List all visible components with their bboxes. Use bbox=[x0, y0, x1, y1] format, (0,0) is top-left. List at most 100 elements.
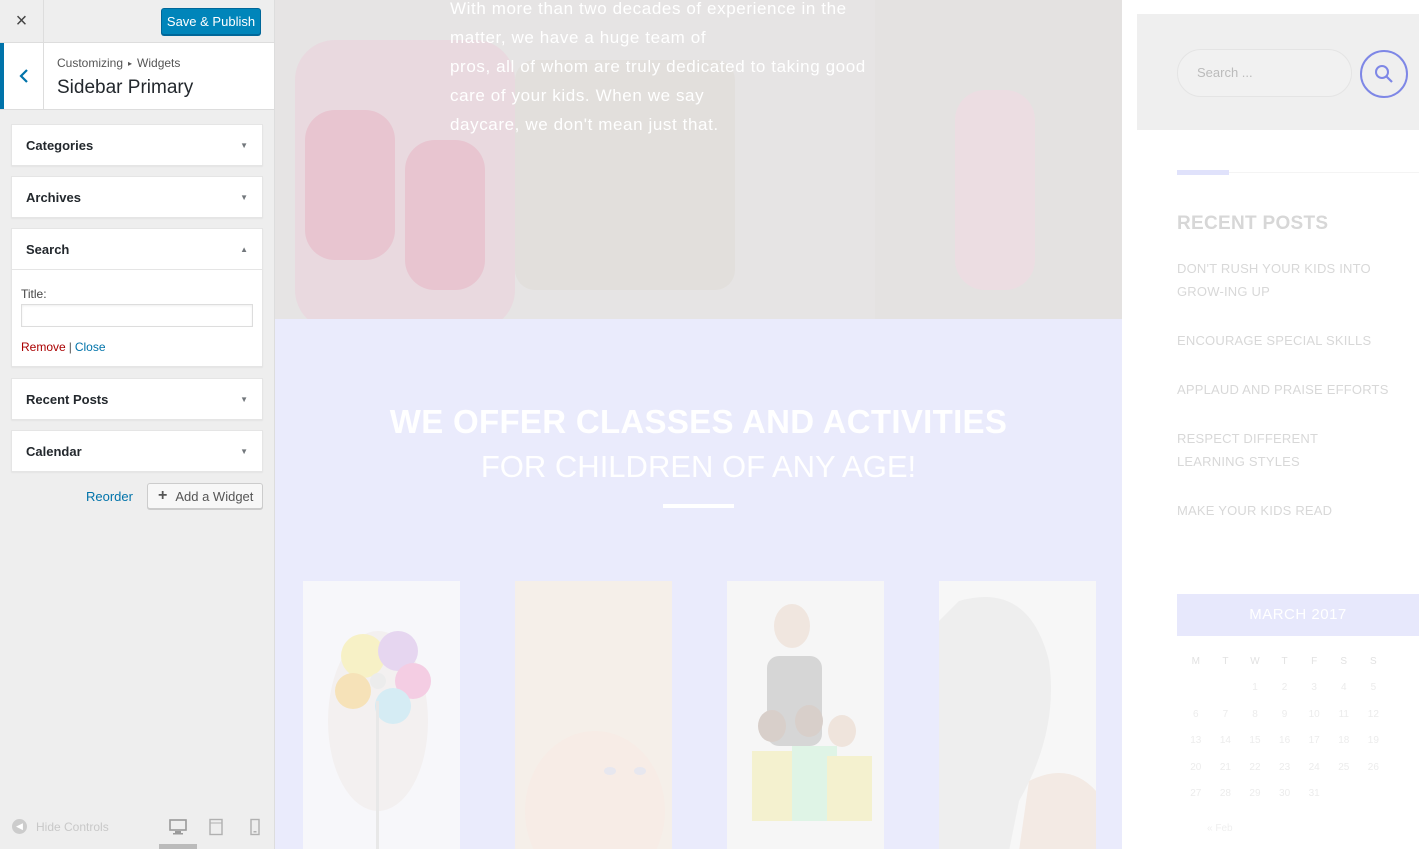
widget-header[interactable]: Categories ▼ bbox=[12, 125, 262, 165]
hide-controls-label: Hide Controls bbox=[36, 819, 109, 834]
widget-header[interactable]: Calendar ▼ bbox=[12, 431, 262, 471]
customizer-panel: × Save & Publish Customizing ▸ Widgets Sid… bbox=[0, 0, 275, 849]
day-cell bbox=[1329, 781, 1359, 808]
class-photo-pinwheel[interactable] bbox=[303, 581, 460, 849]
recent-posts-list: DON'T RUSH YOUR KIDS INTO GROW-ING UP EN… bbox=[1177, 257, 1419, 548]
classes-heading-line2: FOR CHILDREN OF ANY AGE! bbox=[480, 449, 917, 484]
caret-down-icon[interactable]: ▼ bbox=[240, 447, 248, 456]
title-label: Title: bbox=[21, 287, 47, 301]
calendar-grid: M T W T F S S 1 2 3 4 5 6 7 8 9 10 11 12… bbox=[1181, 648, 1388, 807]
hero-text-line: With more than two decades of experience… bbox=[450, 0, 847, 18]
recent-post-link[interactable]: RESPECT DIFFERENT LEARNING STYLES bbox=[1177, 427, 1387, 473]
class-photo-kid[interactable] bbox=[939, 581, 1096, 849]
widget-actions: Remove | Close bbox=[21, 340, 253, 354]
day-cell: 6 bbox=[1193, 708, 1199, 720]
day-cell: 23 bbox=[1279, 761, 1291, 773]
day-cell: 7 bbox=[1222, 708, 1229, 720]
hero-text: With more than two decades of experience… bbox=[450, 0, 930, 139]
day-cell: 27 bbox=[1190, 788, 1202, 800]
widget-accent-bar bbox=[1177, 170, 1229, 175]
calendar-title: MARCH 2017 bbox=[1177, 594, 1419, 636]
widget-recent-posts: Recent Posts ▼ bbox=[11, 378, 263, 420]
action-separator: | bbox=[68, 340, 72, 354]
day-cell: 31 bbox=[1308, 788, 1320, 800]
save-publish-button[interactable]: Save & Publish bbox=[161, 8, 261, 35]
day-cell: 30 bbox=[1279, 788, 1291, 800]
desktop-preview-button[interactable] bbox=[169, 818, 187, 836]
day-cell: 11 bbox=[1338, 708, 1349, 720]
hero-text-line: daycare, we don't mean just that. bbox=[450, 115, 719, 134]
teacher-image bbox=[727, 581, 884, 849]
widget-form: Title: Remove | Close bbox=[12, 269, 262, 366]
day-cell: 19 bbox=[1367, 735, 1379, 747]
classes-heading: WE OFFER CLASSES AND ACTIVITIES FOR CHIL… bbox=[275, 403, 1122, 485]
widget-header[interactable]: Search ▲ bbox=[12, 229, 262, 269]
tablet-icon bbox=[209, 818, 223, 836]
classes-section: WE OFFER CLASSES AND ACTIVITIES FOR CHIL… bbox=[275, 319, 1122, 849]
classes-heading-line1: WE OFFER CLASSES AND ACTIVITIES bbox=[389, 403, 1008, 440]
site-sidebar: Search ... RECENT POSTS DON'T RUSH YOUR … bbox=[1122, 0, 1419, 849]
caret-down-icon[interactable]: ▼ bbox=[240, 141, 248, 150]
caret-up-icon[interactable]: ▲ bbox=[240, 245, 248, 254]
hero-section: With more than two decades of experience… bbox=[275, 0, 1122, 319]
calendar-week: 1 2 3 4 5 bbox=[1181, 675, 1388, 702]
class-photo-child[interactable] bbox=[515, 581, 672, 849]
caret-down-icon[interactable]: ▼ bbox=[240, 193, 248, 202]
tablet-preview-button[interactable] bbox=[207, 818, 225, 836]
widget-header[interactable]: Recent Posts ▼ bbox=[12, 379, 262, 419]
widget-title: Archives bbox=[26, 189, 81, 205]
day-cell: 1 bbox=[1252, 682, 1258, 694]
search-input[interactable]: Search ... bbox=[1177, 49, 1352, 97]
day-cell: 16 bbox=[1279, 735, 1291, 747]
active-device-indicator bbox=[159, 844, 197, 849]
widget-divider bbox=[1229, 172, 1419, 173]
day-cell: 15 bbox=[1249, 735, 1261, 747]
title-input[interactable] bbox=[21, 304, 253, 327]
widget-archives: Archives ▼ bbox=[11, 176, 263, 218]
hero-text-line: care of your kids. When we say bbox=[450, 86, 705, 105]
recent-posts-title: RECENT POSTS bbox=[1177, 213, 1329, 234]
class-photo-teacher[interactable] bbox=[727, 581, 884, 849]
customizer-footer: ◀ Hide Controls bbox=[0, 808, 274, 849]
calendar-week: 20 21 22 23 24 25 26 bbox=[1181, 754, 1388, 781]
recent-post-link[interactable]: DON'T RUSH YOUR KIDS INTO GROW-ING UP bbox=[1177, 257, 1417, 303]
weekday-cell: T bbox=[1222, 655, 1229, 667]
widget-header[interactable]: Archives ▼ bbox=[12, 177, 262, 217]
hide-controls-button[interactable]: ◀ Hide Controls bbox=[12, 819, 109, 834]
recent-post-link[interactable]: APPLAUD AND PRAISE EFFORTS bbox=[1177, 378, 1419, 401]
chevron-left-icon bbox=[18, 69, 28, 83]
hero-text-line: matter, we have a huge team of bbox=[450, 28, 707, 47]
close-link[interactable]: Close bbox=[75, 340, 106, 354]
reorder-link[interactable]: Reorder bbox=[86, 489, 133, 504]
widget-title: Recent Posts bbox=[26, 391, 109, 407]
day-cell: 28 bbox=[1219, 788, 1231, 800]
widget-categories: Categories ▼ bbox=[11, 124, 263, 166]
mobile-icon bbox=[250, 818, 260, 836]
day-cell: 25 bbox=[1338, 761, 1350, 773]
back-button[interactable] bbox=[0, 43, 44, 109]
day-cell: 4 bbox=[1340, 682, 1347, 694]
breadcrumb: Customizing ▸ Widgets bbox=[57, 56, 180, 70]
site-preview: With more than two decades of experience… bbox=[275, 0, 1419, 849]
day-cell: 10 bbox=[1308, 708, 1320, 720]
calendar-week: 13 14 15 16 17 18 19 bbox=[1181, 728, 1388, 755]
caret-down-icon[interactable]: ▼ bbox=[240, 395, 248, 404]
search-widget: Search ... bbox=[1137, 14, 1419, 130]
calendar-prev-link[interactable]: « Feb bbox=[1207, 823, 1233, 834]
recent-post-link[interactable]: MAKE YOUR KIDS READ bbox=[1177, 499, 1419, 522]
search-button[interactable] bbox=[1360, 50, 1408, 98]
add-widget-button[interactable]: + Add a Widget bbox=[147, 483, 263, 509]
mobile-preview-button[interactable] bbox=[246, 818, 264, 836]
day-cell: 24 bbox=[1308, 761, 1320, 773]
close-icon: × bbox=[15, 9, 28, 32]
plus-icon: + bbox=[158, 487, 168, 504]
weekday-cell: S bbox=[1340, 655, 1348, 667]
pinwheel-image bbox=[328, 631, 431, 849]
close-customizer-button[interactable]: × bbox=[0, 0, 44, 42]
weekday-cell: S bbox=[1370, 655, 1377, 667]
day-cell: 5 bbox=[1370, 682, 1377, 694]
remove-link[interactable]: Remove bbox=[21, 340, 66, 354]
day-cell bbox=[1181, 675, 1211, 702]
recent-post-link[interactable]: ENCOURAGE SPECIAL SKILLS bbox=[1177, 329, 1419, 352]
weekday-cell: T bbox=[1281, 655, 1288, 667]
